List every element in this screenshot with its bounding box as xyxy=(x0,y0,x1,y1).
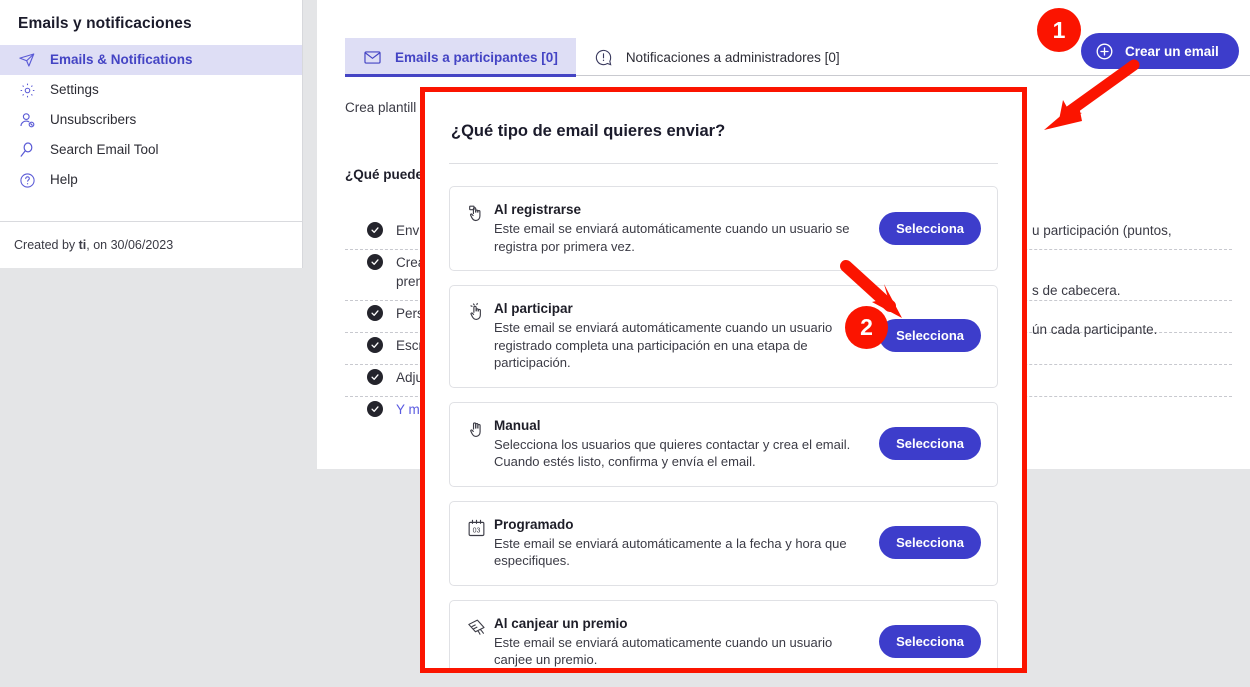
option-manual[interactable]: Manual Selecciona los usuarios que quier… xyxy=(449,401,998,487)
check-circle-icon xyxy=(367,401,383,417)
create-email-button[interactable]: Crear un email xyxy=(1081,33,1239,69)
create-email-label: Crear un email xyxy=(1125,43,1219,59)
annotation-badge-2: 2 xyxy=(845,306,888,349)
sidebar-nav: Emails & Notifications Settings Unsubscr… xyxy=(0,43,302,195)
sidebar-item-label: Search Email Tool xyxy=(50,142,159,158)
option-description: Este email se enviará automáticamente cu… xyxy=(494,221,850,254)
plus-circle-icon xyxy=(1096,43,1113,59)
option-description: Este email se enviará automáticamente cu… xyxy=(494,320,833,370)
sidebar-item-help[interactable]: Help xyxy=(0,165,302,195)
question-circle-icon xyxy=(18,171,36,189)
svg-text:03: 03 xyxy=(473,527,481,534)
calendar-icon: 03 xyxy=(466,518,494,540)
alert-circle-icon xyxy=(594,48,613,67)
tab-notificaciones-a-administradores[interactable]: Notificaciones a administradores [0] xyxy=(576,38,858,76)
sidebar-footer: Created by ti, on 30/06/2023 xyxy=(0,238,187,252)
option-al-canjear-un-premio[interactable]: Al canjear un premio Este email se envia… xyxy=(449,599,998,668)
check-circle-icon xyxy=(367,305,383,321)
option-description: Este email se enviará automáticamente a … xyxy=(494,535,847,569)
option-programado[interactable]: 03 Programado Este email se enviará auto… xyxy=(449,500,998,586)
email-type-option-list: Al registrarse Este email se enviará aut… xyxy=(425,164,1022,668)
app-root: Emails y notificaciones Emails & Notific… xyxy=(0,0,1250,687)
select-button[interactable]: Selecciona xyxy=(879,526,981,559)
sidebar-item-label: Help xyxy=(50,172,78,188)
annotation-badge-1: 1 xyxy=(1037,8,1081,52)
option-description: Este email se enviará automaticamente cu… xyxy=(494,634,833,668)
select-button[interactable]: Selecciona xyxy=(879,319,981,353)
hand-click-icon xyxy=(466,302,494,324)
user-remove-icon xyxy=(18,111,36,129)
tab-label: Notificaciones a administradores [0] xyxy=(625,49,840,65)
check-circle-icon xyxy=(367,222,383,238)
magnifier-icon xyxy=(18,141,36,159)
option-title: Al participar xyxy=(494,301,573,316)
check-circle-icon xyxy=(367,254,383,270)
option-title: Programado xyxy=(494,516,574,532)
option-description: Selecciona los usuarios que quieres cont… xyxy=(494,436,851,470)
hand-register-icon xyxy=(466,203,494,225)
sidebar-item-unsubscribers[interactable]: Unsubscribers xyxy=(0,105,302,135)
gear-icon xyxy=(18,81,36,99)
check-circle-icon xyxy=(367,337,383,353)
footer-suffix: , on 30/06/2023 xyxy=(86,238,174,252)
sidebar-item-emails-notifications[interactable]: Emails & Notifications xyxy=(0,45,302,75)
option-al-participar[interactable]: Al participar Este email se enviará auto… xyxy=(449,285,998,388)
modal-title: ¿Qué tipo de email quieres enviar? xyxy=(451,122,726,140)
sidebar-item-label: Emails & Notifications xyxy=(50,52,193,68)
sidebar-title: Emails y notificaciones xyxy=(18,15,192,32)
check-circle-icon xyxy=(367,369,383,385)
option-al-registrarse[interactable]: Al registrarse Este email se enviará aut… xyxy=(449,186,998,271)
gift-ticket-icon xyxy=(466,617,494,639)
sidebar-divider xyxy=(0,221,302,222)
paper-plane-icon xyxy=(18,51,36,69)
sidebar-item-settings[interactable]: Settings xyxy=(0,75,302,105)
sidebar-item-search-email-tool[interactable]: Search Email Tool xyxy=(0,135,302,165)
hand-manual-icon xyxy=(466,419,494,441)
sidebar-item-label: Settings xyxy=(50,82,99,98)
select-button[interactable]: Selecciona xyxy=(879,427,981,460)
sidebar: Emails y notificaciones Emails & Notific… xyxy=(0,0,303,268)
sidebar-item-label: Unsubscribers xyxy=(50,112,137,128)
email-type-modal: ¿Qué tipo de email quieres enviar? Al re… xyxy=(420,87,1027,673)
tab-label: Emails a participantes [0] xyxy=(395,49,558,65)
tab-emails-a-participantes[interactable]: Emails a participantes [0] xyxy=(345,38,576,77)
option-title: Al registrarse xyxy=(494,202,582,217)
envelope-icon xyxy=(363,48,382,67)
option-title: Al canjear un premio xyxy=(494,615,628,631)
option-title: Manual xyxy=(494,417,541,433)
footer-prefix: Created by xyxy=(14,238,79,252)
select-button[interactable]: Selecciona xyxy=(879,211,981,245)
select-button[interactable]: Selecciona xyxy=(879,625,981,658)
